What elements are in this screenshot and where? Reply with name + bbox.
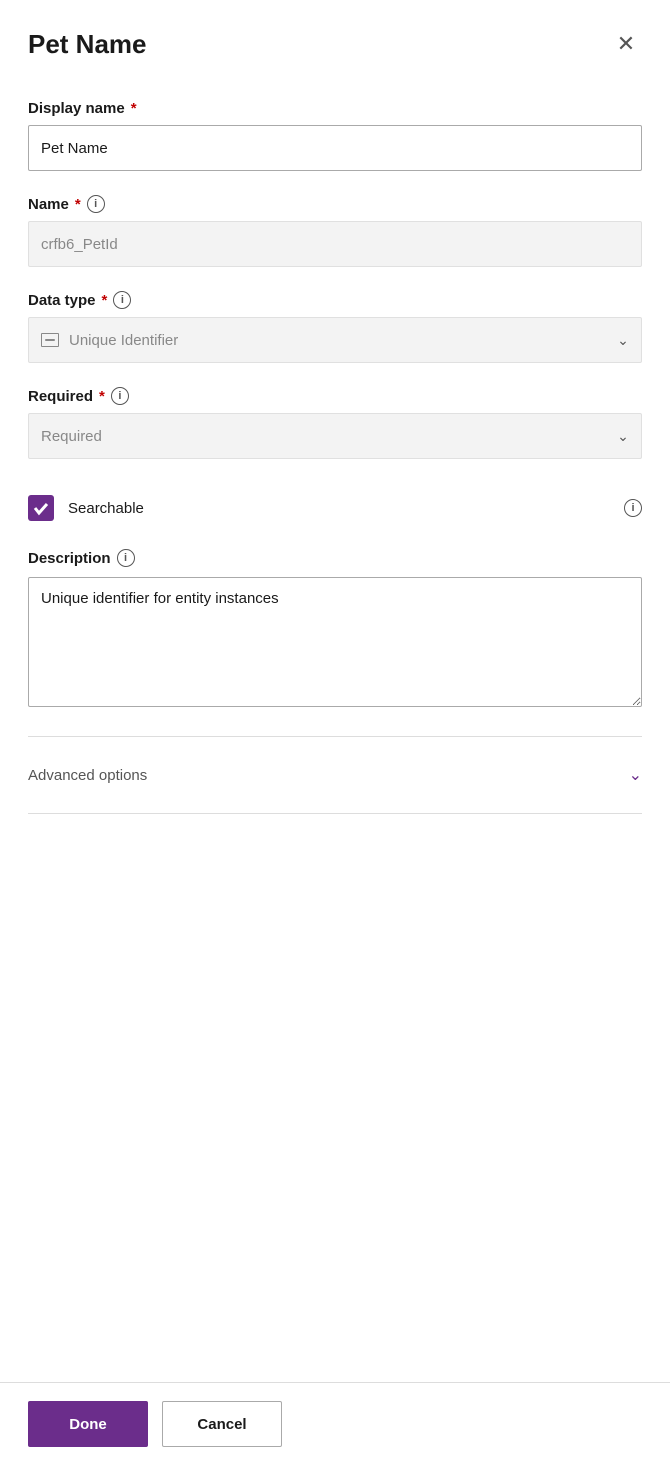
advanced-options-row[interactable]: Advanced options ⌄ <box>28 745 642 805</box>
searchable-checkbox[interactable] <box>28 495 54 521</box>
searchable-label: Searchable <box>68 500 610 517</box>
description-info-icon[interactable]: i <box>117 549 135 567</box>
required-chevron-icon: ⌄ <box>617 430 629 442</box>
required-group: Required * i Required ⌄ <box>28 387 642 459</box>
page-title: Pet Name <box>28 29 147 60</box>
required-star-required: * <box>99 388 105 405</box>
searchable-row: Searchable i <box>28 483 642 533</box>
panel-content: Display name * Name * i crfb6_PetId Data… <box>0 80 670 1382</box>
panel: Pet Name ✕ Display name * Name * i crfb6… <box>0 0 670 1465</box>
divider-bottom <box>28 813 642 814</box>
done-button[interactable]: Done <box>28 1401 148 1447</box>
panel-header: Pet Name ✕ <box>0 0 670 80</box>
name-readonly-input: crfb6_PetId <box>28 221 642 267</box>
display-name-group: Display name * <box>28 100 642 171</box>
close-button[interactable]: ✕ <box>610 28 642 60</box>
panel-footer: Done Cancel <box>0 1382 670 1465</box>
required-info-icon[interactable]: i <box>111 387 129 405</box>
description-group: Description i Unique identifier for enti… <box>28 549 642 712</box>
name-info-icon[interactable]: i <box>87 195 105 213</box>
required-label: Required * i <box>28 387 642 405</box>
cancel-button[interactable]: Cancel <box>162 1401 282 1447</box>
unique-identifier-icon <box>41 333 59 347</box>
name-label: Name * i <box>28 195 642 213</box>
close-icon: ✕ <box>617 31 635 57</box>
data-type-select[interactable]: Unique Identifier ⌄ <box>28 317 642 363</box>
description-label: Description i <box>28 549 642 567</box>
required-star-data-type: * <box>102 292 108 309</box>
advanced-options-label: Advanced options <box>28 767 147 784</box>
divider-top <box>28 736 642 737</box>
required-star-display-name: * <box>131 100 137 117</box>
name-group: Name * i crfb6_PetId <box>28 195 642 267</box>
required-select[interactable]: Required ⌄ <box>28 413 642 459</box>
data-type-group: Data type * i Unique Identifier ⌄ <box>28 291 642 363</box>
searchable-info-icon[interactable]: i <box>624 499 642 517</box>
display-name-input[interactable] <box>28 125 642 171</box>
data-type-label: Data type * i <box>28 291 642 309</box>
data-type-chevron-icon: ⌄ <box>617 334 629 346</box>
description-textarea[interactable]: Unique identifier for entity instances <box>28 577 642 707</box>
required-star-name: * <box>75 196 81 213</box>
checkmark-icon <box>33 500 49 516</box>
advanced-options-chevron-icon: ⌄ <box>629 765 642 785</box>
data-type-info-icon[interactable]: i <box>113 291 131 309</box>
display-name-label: Display name * <box>28 100 642 117</box>
